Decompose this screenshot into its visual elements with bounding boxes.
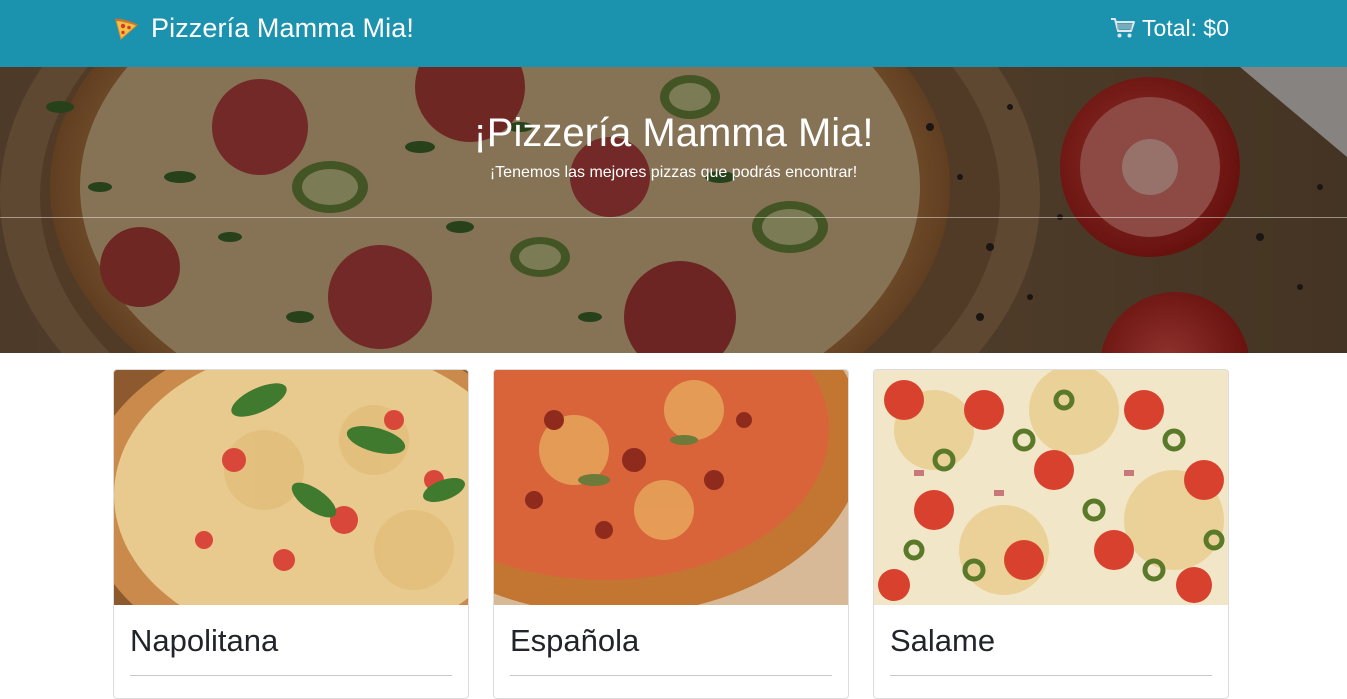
brand-name: Pizzería Mamma Mia! [151,13,414,43]
cart-total-button[interactable]: Total: $0 [1110,12,1229,44]
pizza-card: Española [493,369,849,699]
pizza-slice-icon [115,18,139,40]
card-divider [130,675,452,676]
pizza-name: Española [510,623,640,658]
card-divider [510,675,832,676]
pizza-card: Salame [873,369,1229,699]
navbar: Pizzería Mamma Mia! Total: $0 [0,0,1347,67]
hero-subtitle: ¡Tenemos las mejores pizzas que podrás e… [489,164,858,181]
card-divider [890,675,1212,676]
hero-title: ¡Pizzería Mamma Mia! [473,111,874,155]
pizza-card-grid: Napolitana Española Salame [113,369,1229,699]
pizza-image [114,370,468,605]
pizza-image [874,370,1228,605]
pizza-image [494,370,848,605]
cart-total: Total: $0 [1142,15,1229,41]
pizza-name: Salame [890,623,996,658]
pizza-name: Napolitana [130,623,279,658]
pizza-card: Napolitana [113,369,469,699]
brand-link[interactable]: Pizzería Mamma Mia! [113,12,414,44]
hero-banner: ¡Pizzería Mamma Mia! ¡Tenemos las mejore… [0,67,1347,353]
hero-divider [0,217,1347,218]
shopping-cart-icon [1111,18,1136,38]
